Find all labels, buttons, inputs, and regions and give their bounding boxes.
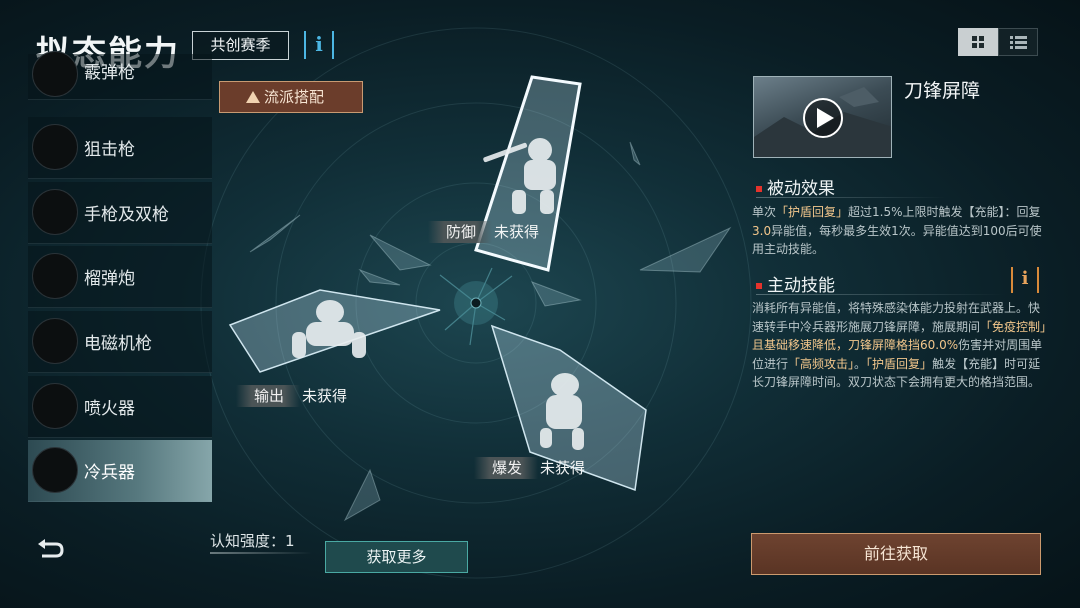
desc-highlight: 3.0 [752,223,772,238]
sniper-rifle-icon [32,124,78,170]
burst-tag: 爆发 未获得 [474,457,585,479]
info-icon[interactable]: i [304,31,334,59]
sidebar-item-label: 手枪及双枪 [84,205,169,225]
output-crystal[interactable] [228,289,441,373]
defense-tag: 防御 未获得 [428,221,539,243]
sidebar-item-shotgun[interactable]: 霰弹枪 [28,51,212,100]
crystal-role: 输出 [236,385,301,407]
railgun-icon [32,318,78,364]
red-dot-icon [756,283,762,289]
build-icon [246,91,260,103]
desc-highlight: 「高频攻击」 [788,356,855,371]
desc-text: 异能值，每秒最多生效1次。异能值达到100后可使用主动技能。 [752,223,1042,257]
cognition-value: 1 [285,532,295,550]
sidebar-item-flamethrower[interactable]: 喷火器 [28,376,212,438]
grid-icon [972,36,984,48]
defense-figure [483,138,556,214]
list-view-button[interactable] [998,28,1038,56]
passive-description: 单次「护盾回复」超过1.5%上限时触发【充能】：回复 3.0异能值，每秒最多生效1… [752,203,1048,259]
divider [756,294,1006,295]
passive-heading: 被动效果 [756,174,835,199]
desc-highlight: 「护盾回复」 [776,205,849,219]
sidebar-item-label: 电磁机枪 [84,334,152,354]
divider [210,552,312,554]
sidebar-item-melee[interactable]: 冷兵器 [28,440,212,502]
divider [756,197,946,198]
shotgun-icon [32,51,78,97]
desc-text: 超过1.5%上限时触发【充能】：回复 [848,205,1041,219]
skill-name: 刀锋屏障 [904,80,981,102]
sidebar-item-label: 狙击枪 [84,140,135,160]
build-button-label: 流派搭配 [264,88,325,106]
sword-icon [32,447,78,493]
crystal-status: 未获得 [540,459,586,477]
cognition-strength: 认知强度：1 [210,530,295,551]
flamethrower-icon [32,383,78,429]
desc-text: 。 [854,356,867,371]
play-icon [803,98,843,138]
active-description: 消耗所有异能值，将特殊感染体能力投射在武器上。快速转手中冷兵器形施展刀锋屏障，施… [752,299,1048,392]
passive-heading-label: 被动效果 [767,179,835,199]
acquire-button[interactable]: 前往获取 [751,533,1041,575]
back-arrow-icon [38,539,64,558]
crystal-role: 防御 [428,221,493,243]
active-heading: 主动技能 [756,271,835,296]
output-figure [292,300,366,358]
sidebar-item-label: 榴弹炮 [84,269,135,289]
output-tag: 输出 未获得 [236,385,347,407]
crystal-role: 爆发 [474,457,539,479]
dual-pistol-icon [32,189,78,235]
burst-figure [540,373,584,450]
info-icon[interactable]: i [1011,267,1039,293]
build-combo-button[interactable]: 流派搭配 [219,81,363,113]
sidebar-item-railgun[interactable]: 电磁机枪 [28,311,212,373]
sidebar-item-pistols[interactable]: 手枪及双枪 [28,182,212,244]
sidebar-item-sniper[interactable]: 狙击枪 [28,117,212,179]
list-icon [1010,36,1027,49]
grenade-launcher-icon [32,253,78,299]
grid-view-button[interactable] [958,28,998,56]
back-button[interactable] [34,536,66,564]
crystal-status: 未获得 [302,387,348,405]
red-dot-icon [756,186,762,192]
sidebar-item-grenade[interactable]: 榴弹炮 [28,246,212,308]
skill-video-thumbnail[interactable] [753,76,892,158]
cognition-label: 认知强度： [210,532,286,550]
sidebar-item-label: 喷火器 [84,399,135,419]
desc-text: 单次 [752,205,777,219]
sidebar-item-label: 霰弹枪 [84,63,135,83]
sidebar-item-label: 冷兵器 [84,463,135,483]
crystal-status: 未获得 [494,223,540,241]
desc-highlight: 「护盾回复」 [866,356,933,371]
get-more-button[interactable]: 获取更多 [325,541,468,573]
active-heading-label: 主动技能 [767,276,835,296]
